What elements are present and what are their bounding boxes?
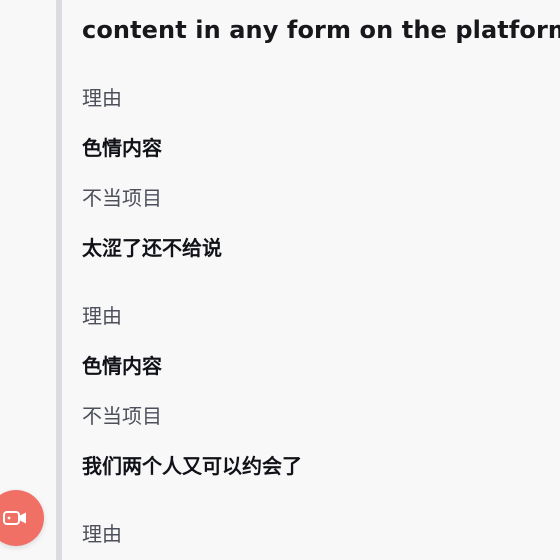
video-call-button[interactable] — [0, 490, 44, 546]
item-label-2: 不当项目 — [82, 404, 162, 428]
item-label-1: 不当项目 — [82, 186, 162, 210]
reason-label-3: 理由 — [82, 522, 122, 546]
video-camera-icon — [2, 508, 30, 528]
reason-value-2: 色情内容 — [82, 354, 162, 378]
intro-text: content in any form on the platform. — [82, 16, 560, 44]
main-content: content in any form on the platform. 理由 … — [82, 0, 560, 560]
reason-label-2: 理由 — [82, 304, 122, 328]
reason-label-1: 理由 — [82, 86, 122, 110]
reason-value-1: 色情内容 — [82, 136, 162, 160]
item-value-2: 我们两个人又可以约会了 — [82, 454, 302, 478]
item-value-1: 太涩了还不给说 — [82, 236, 222, 260]
left-rail — [56, 0, 62, 560]
